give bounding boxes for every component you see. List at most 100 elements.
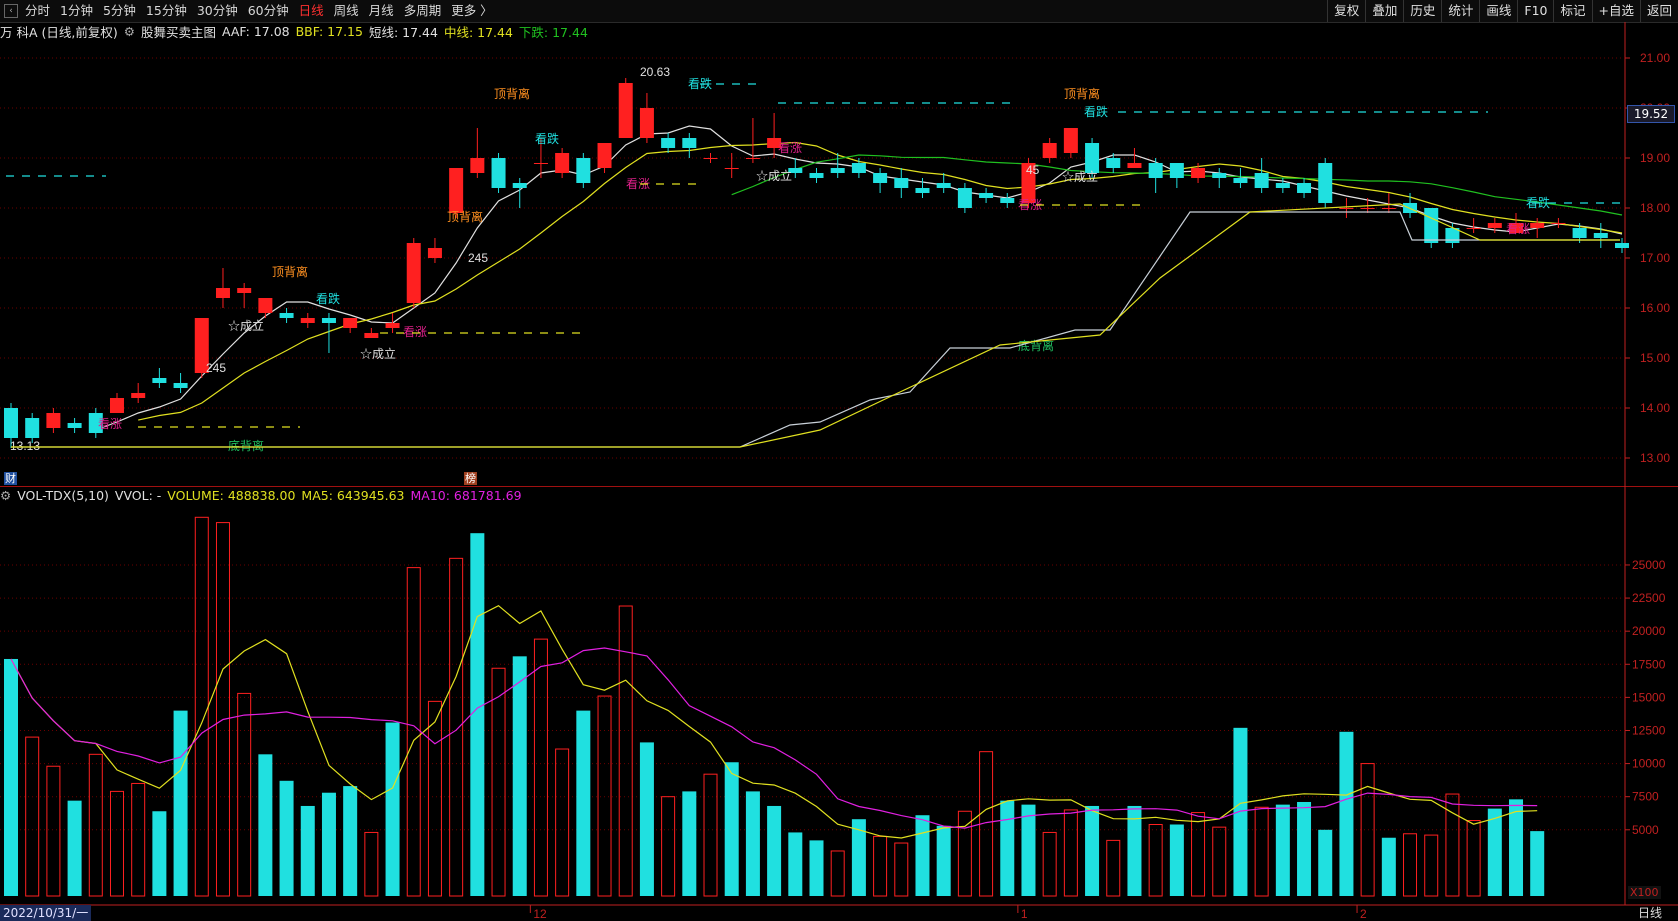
top-divergence-label: 顶背离	[1064, 86, 1100, 101]
candle-body	[300, 318, 315, 323]
confirm-signal-label: ☆成立	[360, 346, 396, 361]
candle-body	[703, 158, 718, 159]
candle-body	[1233, 178, 1248, 183]
candle-body	[809, 173, 824, 178]
price-tick-label: 17.00	[1640, 251, 1670, 265]
volume-bar	[1148, 823, 1163, 897]
candle-body	[682, 138, 697, 148]
volume-bar	[745, 791, 760, 896]
volume-bar	[1254, 806, 1269, 897]
candle-body	[1466, 228, 1481, 229]
volume-bar	[957, 810, 972, 897]
volume-bar	[343, 786, 358, 896]
candle-body	[1551, 223, 1566, 224]
candle-body	[385, 323, 400, 328]
month-label: 2	[1360, 907, 1367, 921]
candle-body	[957, 188, 972, 208]
candle-body	[555, 153, 570, 173]
volume-bar	[597, 695, 612, 897]
volume-bar	[1169, 824, 1184, 896]
volume-bar	[1297, 801, 1312, 896]
volume-tick-label: 5000	[1632, 823, 1659, 837]
volume-bar	[724, 762, 739, 896]
volume-bar	[4, 658, 18, 896]
volume-bar	[1318, 829, 1333, 896]
candle-body	[894, 178, 909, 188]
candle-body	[1000, 198, 1015, 203]
volume-bar	[449, 557, 464, 897]
candle-body	[343, 318, 358, 328]
candle-body	[258, 298, 273, 313]
volume-bar	[661, 796, 676, 897]
candle-body	[745, 158, 760, 159]
volume-bar	[533, 638, 548, 897]
candle-body	[279, 313, 294, 318]
bullish-signal-label: 看涨	[1506, 221, 1530, 236]
top-divergence-label: 顶背离	[272, 264, 308, 279]
volume-tick-label: 7500	[1632, 790, 1659, 804]
candle-body	[618, 83, 633, 138]
volume-tick-label: 25000	[1632, 558, 1666, 572]
volume-unit: X100	[1628, 886, 1661, 899]
candle-body	[491, 158, 506, 188]
volume-bar	[1466, 820, 1481, 897]
candle-body	[936, 183, 951, 188]
candle-body	[427, 248, 442, 258]
volume-bar	[1339, 731, 1354, 896]
month-label: 12	[533, 907, 547, 921]
price-tick-label: 21.00	[1640, 51, 1670, 65]
candle-body	[1339, 208, 1354, 209]
volume-bar	[830, 850, 845, 897]
volume-bar	[152, 811, 167, 896]
candle-body	[173, 383, 188, 388]
candle-body	[1275, 183, 1290, 188]
candle-body	[1360, 208, 1375, 209]
candle-body	[406, 243, 421, 303]
volume-tick-label: 22500	[1632, 591, 1666, 605]
candle-body	[1487, 223, 1502, 228]
volume-bar	[88, 753, 103, 897]
volume-bar	[1403, 833, 1418, 897]
month-label: 1	[1021, 907, 1028, 921]
volume-bar	[385, 722, 400, 896]
candle-body	[576, 158, 591, 183]
volume-bar	[576, 710, 591, 896]
volume-tick-label: 17500	[1632, 657, 1666, 671]
volume-bar	[1445, 793, 1460, 897]
candle-body	[1615, 243, 1629, 248]
volume-bar	[894, 842, 909, 897]
price-tick-label: 13.00	[1640, 451, 1670, 465]
candle-body	[46, 413, 61, 428]
kline-chart[interactable]: 21.0020.0019.0018.0017.0016.0015.0014.00…	[0, 0, 1678, 921]
volume-bar	[279, 780, 294, 896]
indicator-number-label: 45	[1026, 163, 1040, 177]
volume-bar	[258, 754, 273, 896]
candle-body	[1212, 173, 1227, 178]
candle-body	[915, 188, 930, 193]
volume-bar	[767, 805, 782, 896]
financial-badge[interactable]: 财	[4, 472, 17, 485]
volume-bar	[1381, 837, 1396, 896]
bearish-signal-label: 看跌	[535, 131, 559, 146]
ranking-badge[interactable]: 榜	[464, 472, 477, 485]
candle-body	[533, 163, 548, 164]
price-tick-label: 15.00	[1640, 351, 1670, 365]
volume-bar	[491, 667, 506, 897]
candle-body	[67, 423, 82, 428]
volume-bar	[1233, 727, 1248, 896]
candle-body	[1254, 173, 1269, 188]
volume-bar	[1191, 812, 1206, 897]
bullish-signal-label: 看涨	[778, 140, 802, 155]
candle-body	[1381, 208, 1396, 209]
volume-bar	[1509, 799, 1524, 896]
candle-body	[131, 393, 146, 398]
candle-body	[152, 378, 167, 383]
volume-bar	[321, 792, 336, 896]
volume-bar	[555, 748, 570, 897]
volume-bar	[1000, 800, 1015, 896]
candle-body	[449, 168, 464, 213]
price-tick-label: 16.00	[1640, 301, 1670, 315]
volume-bar	[1042, 831, 1057, 897]
candle-body	[1127, 163, 1142, 168]
candle-body	[1106, 158, 1121, 168]
